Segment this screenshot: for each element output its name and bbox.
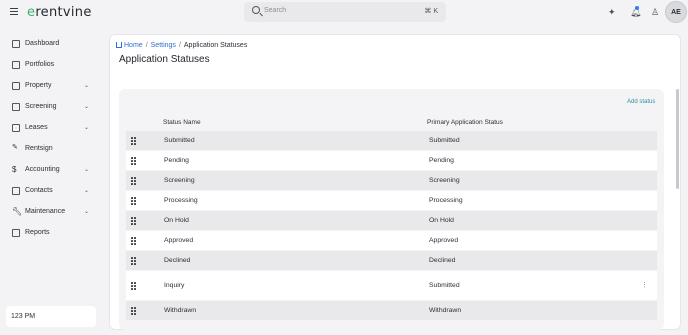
sidebar-item-property[interactable]: Property ⌄	[12, 79, 92, 93]
sidebar-item-reports[interactable]: Reports	[12, 226, 92, 240]
table-row[interactable]: On Hold On Hold	[126, 211, 657, 230]
chevron-down-icon: ⌄	[84, 104, 90, 110]
primary-status-cell: Declined	[429, 257, 456, 264]
top-bar: erentvine Search ⌘ K ✦ 🔔︎ ♙ AE	[0, 0, 688, 26]
sidebar-item-label: Rentsign	[25, 145, 53, 152]
sidebar-item-label: Reports	[25, 229, 50, 236]
column-header-primary-status[interactable]: Primary Application Status	[427, 119, 503, 126]
add-status-button[interactable]: Add status	[627, 99, 655, 105]
primary-status-cell: Submitted	[429, 282, 460, 289]
status-name-cell: Screening	[164, 177, 195, 184]
drag-handle-icon[interactable]	[131, 197, 136, 205]
breadcrumb-settings[interactable]: Settings	[151, 42, 176, 49]
sparkle-icon[interactable]: ✦	[608, 6, 616, 18]
breadcrumb-current: Application Statuses	[183, 42, 248, 49]
primary-status-cell: Approved	[429, 237, 459, 244]
drag-handle-icon[interactable]	[131, 217, 136, 225]
sidebar-item-leases[interactable]: Leases ⌄	[12, 121, 92, 135]
chevron-down-icon: ⌄	[84, 83, 90, 89]
breadcrumb-separator: /	[178, 42, 181, 49]
chevron-down-icon: ⌄	[84, 188, 90, 194]
sidebar-item-portfolios[interactable]: Portfolios	[12, 58, 92, 72]
more-options-icon[interactable]: ⋮	[641, 281, 648, 289]
sidebar-item-label: Leases	[25, 124, 48, 131]
sidebar-item-label: Property	[25, 82, 52, 89]
sidebar-item-rentsign[interactable]: ✎ Rentsign	[12, 142, 92, 156]
search-shortcut: ⌘ K	[424, 8, 438, 15]
breadcrumb-home[interactable]: Home	[124, 42, 143, 49]
sidebar-item-accounting[interactable]: $ Accounting ⌄	[12, 163, 92, 177]
menu-icon[interactable]	[10, 8, 18, 15]
status-name-cell: On Hold	[164, 217, 189, 224]
drag-handle-icon[interactable]	[131, 177, 136, 185]
primary-status-cell: Withdrawn	[429, 307, 462, 314]
primary-status-cell: On Hold	[429, 217, 454, 224]
contacts-icon	[12, 187, 20, 195]
search-icon	[252, 6, 260, 14]
status-name-cell: Submitted	[164, 137, 195, 144]
table-row[interactable]: Withdrawn Withdrawn	[126, 301, 657, 320]
chevron-down-icon: ⌄	[84, 167, 90, 173]
table-row[interactable]: Processing Processing	[126, 191, 657, 210]
sidebar-item-maintenance[interactable]: 🔧︎ Maintenance ⌄	[12, 205, 92, 219]
sidebar-item-label: Maintenance	[25, 208, 66, 215]
accessibility-icon[interactable]: ♙	[651, 6, 659, 18]
chart-icon	[12, 229, 20, 237]
primary-status-cell: Submitted	[429, 137, 460, 144]
home-icon[interactable]	[116, 42, 122, 48]
sidebar-item-label: Contacts	[25, 187, 53, 194]
table-row[interactable]: Declined Declined	[126, 251, 657, 270]
wrench-icon: 🔧︎	[12, 207, 23, 216]
avatar[interactable]: AE	[665, 1, 687, 23]
search-input[interactable]: Search ⌘ K	[244, 2, 446, 22]
table-row[interactable]: Pending Pending	[126, 151, 657, 170]
sidebar-item-contacts[interactable]: Contacts ⌄	[12, 184, 92, 198]
sidebar-item-label: Portfolios	[25, 61, 55, 68]
chevron-down-icon: ⌄	[84, 125, 90, 131]
status-name-cell: Declined	[164, 257, 191, 264]
drag-handle-icon[interactable]	[131, 257, 136, 265]
table-row[interactable]: Inquiry Submitted ⋮	[126, 271, 657, 300]
clock-widget: 123 PM	[6, 306, 96, 327]
status-name-cell: Pending	[164, 157, 189, 164]
status-name-cell: Processing	[164, 197, 198, 204]
primary-status-cell: Processing	[429, 197, 463, 204]
search-placeholder: Search	[264, 7, 287, 14]
status-name-cell: Inquiry	[164, 282, 185, 289]
folder-icon	[12, 61, 20, 69]
page-title: Application Statuses	[119, 54, 210, 65]
grid-icon	[12, 40, 20, 48]
status-name-cell: Approved	[164, 237, 194, 244]
document-icon	[12, 103, 20, 111]
sidebar-item-dashboard[interactable]: Dashboard	[12, 37, 92, 51]
table-row[interactable]: Approved Approved	[126, 231, 657, 250]
sidebar-item-label: Dashboard	[25, 40, 60, 47]
status-name-cell: Withdrawn	[164, 307, 197, 314]
signature-icon: ✎	[12, 144, 18, 151]
drag-handle-icon[interactable]	[131, 157, 136, 165]
table-row[interactable]: Screening Screening	[126, 171, 657, 190]
drag-handle-icon[interactable]	[131, 282, 136, 290]
primary-status-cell: Screening	[429, 177, 460, 184]
primary-status-cell: Pending	[429, 157, 454, 164]
scrollbar[interactable]	[676, 89, 679, 189]
logo-text: rentvine	[35, 5, 92, 20]
dollar-icon: $	[12, 165, 17, 174]
logo[interactable]: erentvine	[27, 5, 92, 20]
clipboard-icon	[12, 124, 20, 132]
notification-dot	[635, 6, 639, 10]
breadcrumb: Home / Settings / Application Statuses	[116, 41, 247, 50]
sidebar-item-label: Accounting	[25, 166, 60, 173]
table-row[interactable]: Submitted Submitted	[126, 131, 657, 150]
building-icon	[12, 82, 20, 90]
sidebar-item-label: Screening	[25, 103, 57, 110]
drag-handle-icon[interactable]	[131, 137, 136, 145]
chevron-down-icon: ⌄	[84, 209, 90, 215]
drag-handle-icon[interactable]	[131, 237, 136, 245]
breadcrumb-separator: /	[145, 42, 148, 49]
column-header-status-name[interactable]: Status Name	[163, 119, 201, 126]
sidebar-item-screening[interactable]: Screening ⌄	[12, 100, 92, 114]
drag-handle-icon[interactable]	[131, 307, 136, 315]
